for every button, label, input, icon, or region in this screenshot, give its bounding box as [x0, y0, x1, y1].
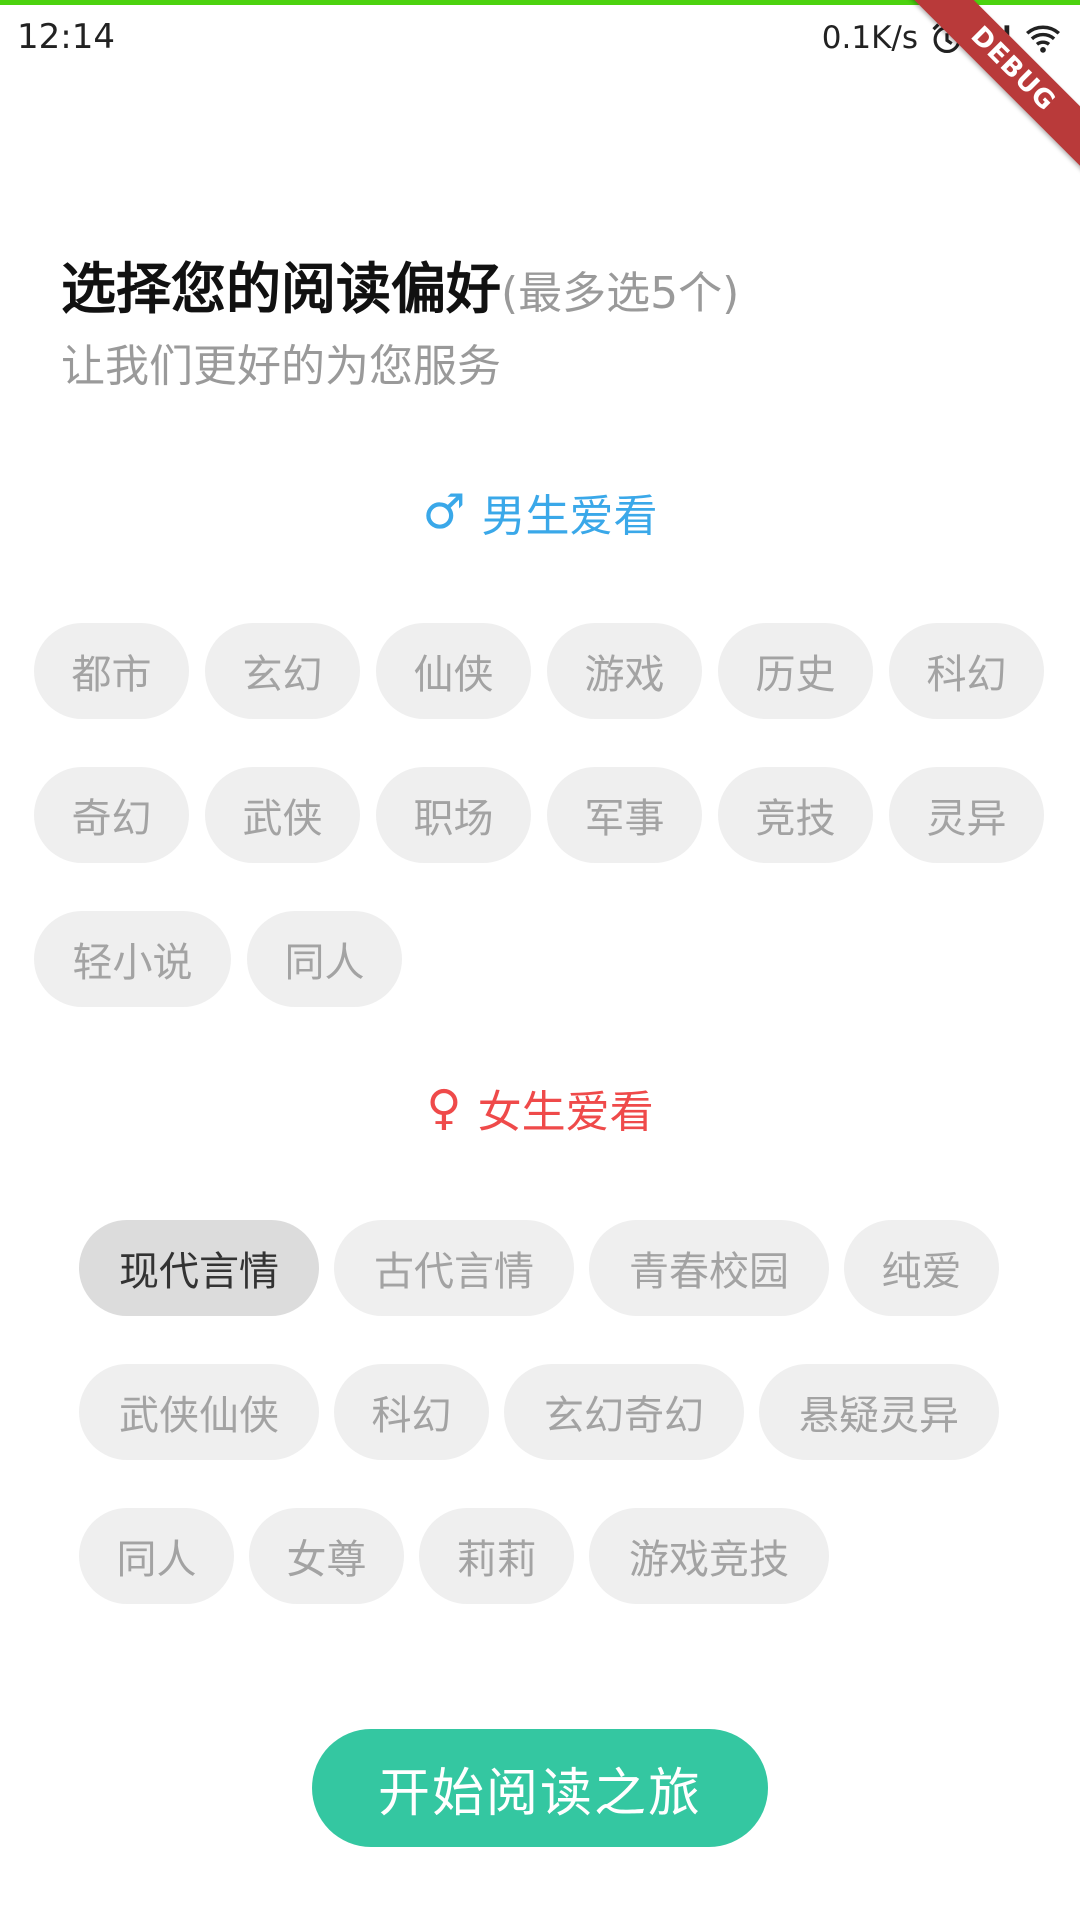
female-tag-chip[interactable]: 悬疑灵异: [759, 1364, 999, 1460]
male-tag-chip[interactable]: 同人: [247, 911, 402, 1007]
male-tag-chip[interactable]: 玄幻: [205, 623, 360, 719]
male-tag-row-2: 奇幻 武侠 职场 军事 竞技 灵异: [34, 767, 1044, 863]
start-reading-button[interactable]: 开始阅读之旅: [312, 1729, 768, 1847]
female-tag-row-2: 武侠仙侠 科幻 玄幻奇幻 悬疑灵异: [79, 1364, 999, 1460]
male-tag-row-3: 轻小说 同人: [34, 911, 402, 1007]
male-section-title: 男生爱看: [481, 491, 658, 542]
female-tag-chip[interactable]: 同人: [79, 1508, 234, 1604]
status-bar: 12:14 0.1K/s: [0, 5, 1080, 71]
female-tag-chip[interactable]: 青春校园: [589, 1220, 829, 1316]
female-tag-chip[interactable]: 莉莉: [419, 1508, 574, 1604]
female-tag-chip[interactable]: 武侠仙侠: [79, 1364, 319, 1460]
male-section-heading: ♂ 男生爱看: [0, 480, 1080, 544]
wifi-icon: [1024, 19, 1062, 57]
female-tag-chip[interactable]: 玄幻奇幻: [504, 1364, 744, 1460]
male-tag-chip[interactable]: 奇幻: [34, 767, 189, 863]
male-tag-chip[interactable]: 仙侠: [376, 623, 531, 719]
female-tag-chip[interactable]: 游戏竞技: [589, 1508, 829, 1604]
female-tag-chip[interactable]: 纯爱: [844, 1220, 999, 1316]
female-symbol-icon: ♀: [426, 1080, 462, 1136]
female-tag-row-3: 同人 女尊 莉莉 游戏竞技: [79, 1508, 829, 1604]
male-tag-chip[interactable]: 职场: [376, 767, 531, 863]
male-tag-chip[interactable]: 武侠: [205, 767, 360, 863]
status-time: 12:14: [17, 17, 115, 57]
female-tag-chip-selected[interactable]: 现代言情: [79, 1220, 319, 1316]
male-tag-chip[interactable]: 科幻: [889, 623, 1044, 719]
female-section-title: 女生爱看: [477, 1087, 654, 1138]
male-tag-chip[interactable]: 都市: [34, 623, 189, 719]
male-tag-chip[interactable]: 军事: [547, 767, 702, 863]
male-tag-chip[interactable]: 竞技: [718, 767, 873, 863]
male-tag-chip[interactable]: 灵异: [889, 767, 1044, 863]
network-speed: 0.1K/s: [821, 20, 918, 56]
female-tag-chip[interactable]: 科幻: [334, 1364, 489, 1460]
male-tag-row-1: 都市 玄幻 仙侠 游戏 历史 科幻: [34, 623, 1044, 719]
selection-limit-note: (最多选5个): [501, 268, 740, 319]
male-tag-chip[interactable]: 游戏: [547, 623, 702, 719]
page-subtitle: 让我们更好的为您服务: [61, 341, 501, 392]
title-row: 选择您的阅读偏好 (最多选5个): [61, 244, 1021, 324]
screen: 12:14 0.1K/s DEBUG 选择您的阅读偏好 (最多选5个) 让我们更…: [0, 0, 1080, 1920]
preference-header: 选择您的阅读偏好 (最多选5个) 让我们更好的为您服务: [61, 244, 1021, 394]
male-symbol-icon: ♂: [422, 484, 466, 540]
male-tag-chip[interactable]: 历史: [718, 623, 873, 719]
female-section-heading: ♀ 女生爱看: [0, 1076, 1080, 1140]
female-tag-row-1: 现代言情 古代言情 青春校园 纯爱: [79, 1220, 999, 1316]
female-tag-chip[interactable]: 古代言情: [334, 1220, 574, 1316]
male-tag-chip[interactable]: 轻小说: [34, 911, 231, 1007]
page-title: 选择您的阅读偏好: [61, 257, 502, 321]
female-tag-chip[interactable]: 女尊: [249, 1508, 404, 1604]
